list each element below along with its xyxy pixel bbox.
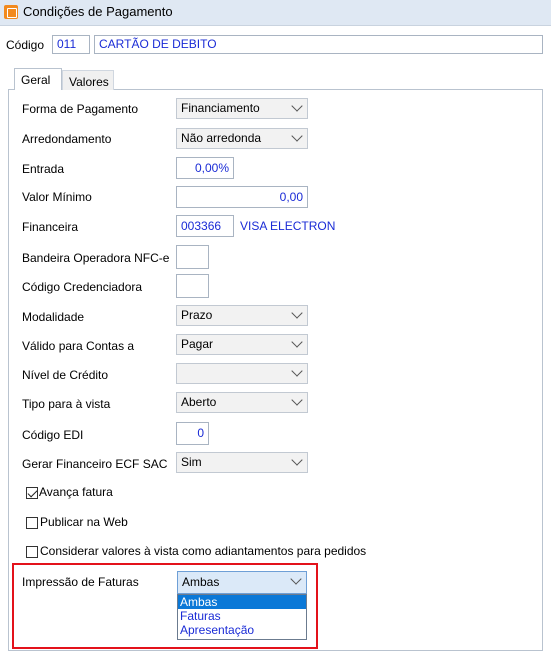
chevron-down-icon	[291, 307, 303, 319]
forma-pagamento-select[interactable]: Financiamento	[176, 98, 308, 119]
valido-contas-select[interactable]: Pagar	[176, 334, 308, 355]
descricao-input[interactable]: CARTÃO DE DEBITO	[94, 35, 543, 54]
entrada-label: Entrada	[22, 162, 65, 176]
modalidade-value: Prazo	[181, 308, 213, 322]
valor-minimo-input[interactable]: 0,00	[176, 186, 308, 208]
dropdown-option-faturas[interactable]: Faturas	[178, 609, 306, 623]
title-bar: Condições de Pagamento	[0, 0, 551, 26]
tab-geral[interactable]: Geral	[14, 68, 62, 90]
credenciadora-input[interactable]	[176, 274, 209, 298]
financeira-label: Financeira	[22, 220, 79, 234]
window-title: Condições de Pagamento	[23, 4, 173, 19]
tab-valores[interactable]: Valores	[62, 70, 114, 90]
gerar-financeiro-value: Sim	[181, 455, 202, 469]
arredondamento-select[interactable]: Não arredonda	[176, 128, 308, 149]
dropdown-option-ambas[interactable]: Ambas	[178, 595, 306, 609]
chevron-down-icon	[291, 365, 303, 377]
valido-contas-label: Válido para Contas a	[22, 339, 135, 353]
tipo-vista-label: Tipo para à vista	[22, 397, 111, 411]
nivel-credito-label: Nível de Crédito	[22, 368, 109, 382]
considerar-valores-checkbox[interactable]	[26, 546, 38, 558]
considerar-valores-label[interactable]: Considerar valores à vista como adiantam…	[40, 544, 366, 558]
gerar-financeiro-label: Gerar Financeiro ECF SAC	[22, 457, 168, 471]
codigo-edi-input[interactable]: 0	[176, 422, 209, 445]
arredondamento-label: Arredondamento	[22, 132, 112, 146]
codigo-input[interactable]: 011	[52, 35, 90, 54]
credenciadora-label: Código Credenciadora	[22, 280, 143, 294]
forma-pagamento-label: Forma de Pagamento	[22, 102, 139, 116]
nivel-credito-select[interactable]	[176, 363, 308, 384]
tipo-vista-value: Aberto	[181, 395, 217, 409]
modalidade-label: Modalidade	[22, 310, 85, 324]
publicar-web-checkbox[interactable]	[26, 517, 38, 529]
dropdown-option-apresentacao[interactable]: Apresentação	[178, 623, 306, 637]
avanca-fatura-checkbox[interactable]	[26, 487, 38, 499]
modalidade-select[interactable]: Prazo	[176, 305, 308, 326]
publicar-web-label[interactable]: Publicar na Web	[40, 515, 128, 529]
impressao-faturas-select[interactable]: Ambas	[177, 571, 307, 594]
gerar-financeiro-select[interactable]: Sim	[176, 452, 308, 473]
valido-contas-value: Pagar	[181, 337, 214, 351]
impressao-faturas-label: Impressão de Faturas	[22, 575, 139, 589]
valor-minimo-label: Valor Mínimo	[22, 190, 92, 204]
codigo-label: Código	[6, 38, 45, 52]
chevron-down-icon	[291, 454, 303, 466]
codigo-edi-label: Código EDI	[22, 428, 84, 442]
chevron-down-icon	[291, 100, 303, 112]
avanca-fatura-label[interactable]: Avança fatura	[39, 485, 113, 499]
arredondamento-value: Não arredonda	[181, 131, 262, 145]
entrada-input[interactable]: 0,00%	[176, 157, 234, 179]
financeira-name: VISA ELECTRON	[240, 219, 336, 233]
impressao-faturas-dropdown: Ambas Faturas Apresentação	[177, 594, 307, 640]
forma-pagamento-value: Financiamento	[181, 101, 260, 115]
chevron-down-icon	[291, 336, 303, 348]
bandeira-input[interactable]	[176, 245, 209, 269]
app-icon	[4, 5, 18, 19]
tipo-vista-select[interactable]: Aberto	[176, 392, 308, 413]
chevron-down-icon	[290, 573, 302, 585]
bandeira-label: Bandeira Operadora NFC-e	[22, 251, 170, 265]
impressao-faturas-value: Ambas	[182, 575, 220, 589]
chevron-down-icon	[291, 394, 303, 406]
financeira-code-input[interactable]: 003366	[176, 215, 234, 237]
chevron-down-icon	[291, 130, 303, 142]
